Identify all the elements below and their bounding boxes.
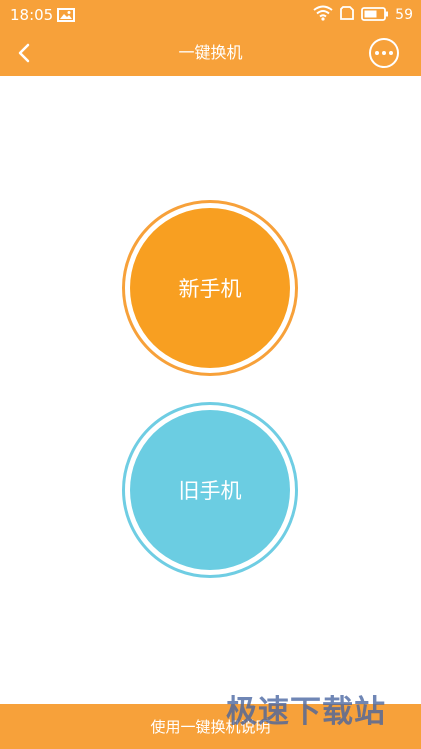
status-right-group: 59 (313, 5, 413, 25)
more-button[interactable] (369, 38, 399, 68)
watermark: 极速下载站 (226, 694, 386, 730)
sim-icon (339, 5, 355, 25)
page-title: 一键换机 (178, 43, 243, 62)
new-phone-label: 新手机 (178, 277, 242, 301)
wifi-icon (313, 5, 333, 25)
battery-icon (361, 6, 389, 25)
navbar: 一键换机 (0, 30, 421, 76)
gallery-icon (57, 7, 75, 22)
status-time: 18:05 (10, 6, 54, 24)
battery-percentage: 59 (395, 7, 413, 23)
old-phone-button[interactable]: 旧手机 (122, 402, 298, 578)
new-phone-circle: 新手机 (130, 208, 290, 368)
more-icon-dot (389, 51, 393, 55)
old-phone-label: 旧手机 (178, 479, 242, 503)
new-phone-button[interactable]: 新手机 (122, 200, 298, 376)
status-bar: 18:05 59 (0, 0, 421, 30)
more-icon-dot (375, 51, 379, 55)
more-icon-dot (382, 51, 386, 55)
old-phone-circle: 旧手机 (130, 410, 290, 570)
